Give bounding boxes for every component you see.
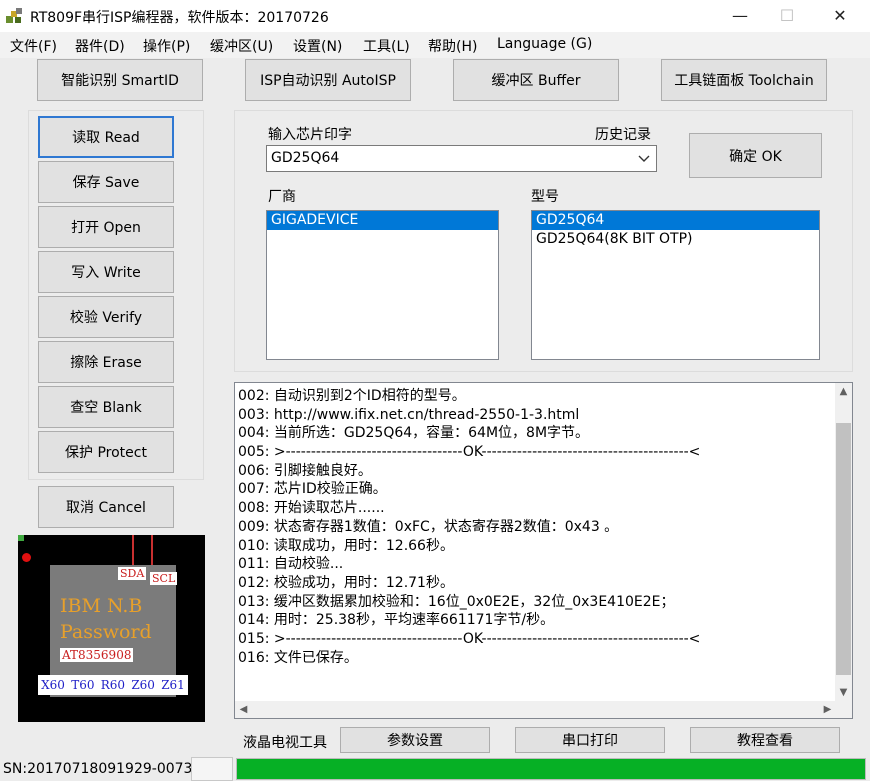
log-lines: 002: 自动识别到2个ID相符的型号。 003: http://www.ifix…	[238, 387, 700, 667]
model-list[interactable]: GD25Q64 GD25Q64(8K BIT OTP)	[531, 210, 820, 360]
arrow-up-icon[interactable]: ▲	[835, 383, 852, 400]
status-panel	[191, 757, 233, 781]
params-button[interactable]: 参数设置	[340, 727, 490, 753]
list-item[interactable]: GIGADEVICE	[267, 211, 498, 230]
chip-image: SDA SCL IBM N.B Password AT8356908 X60 T…	[18, 535, 205, 722]
chip-pin-labels: X60 T60 R60 Z60 Z61	[38, 675, 188, 695]
serial-print-button[interactable]: 串口打印	[515, 727, 665, 753]
smartid-button[interactable]: 智能识别 SmartID	[37, 59, 203, 101]
menu-device[interactable]: 器件(D)	[75, 36, 125, 56]
menu-operation[interactable]: 操作(P)	[143, 36, 190, 56]
log-line: 010: 读取成功，用时：12.66秒。	[238, 537, 454, 554]
log-line: 003: http://www.ifix.net.cn/thread-2550-…	[238, 406, 580, 423]
save-button[interactable]: 保存 Save	[38, 161, 174, 203]
horizontal-scrollbar[interactable]: ◀ ▶	[235, 701, 836, 718]
serial-number: SN:20170718091929-0073	[3, 761, 193, 777]
toolchain-button[interactable]: 工具链面板 Toolchain	[661, 59, 827, 101]
write-button[interactable]: 写入 Write	[38, 251, 174, 293]
menu-bar: 文件(F) 器件(D) 操作(P) 缓冲区(U) 设置(N) 工具(L) 帮助(…	[0, 32, 870, 58]
menu-tools[interactable]: 工具(L)	[363, 36, 410, 56]
buffer-button[interactable]: 缓冲区 Buffer	[453, 59, 619, 101]
chip-code: AT8356908	[60, 648, 134, 662]
vertical-scrollbar[interactable]: ▲ ▼	[835, 383, 852, 701]
window-title: RT809F串行ISP编程器，软件版本：20170726	[30, 10, 329, 26]
log-line: 012: 校验成功，用时：12.71秒。	[238, 574, 454, 591]
log-line: 004: 当前所选：GD25Q64，容量：64M位，8M字节。	[238, 425, 590, 442]
menu-language[interactable]: Language (G)	[497, 36, 592, 52]
menu-buffer[interactable]: 缓冲区(U)	[210, 36, 273, 56]
log-line: 014: 用时：25.38秒，平均速率661171字节/秒。	[238, 612, 555, 629]
pin-label: R60	[100, 678, 126, 692]
menu-file[interactable]: 文件(F)	[10, 36, 57, 56]
arrow-left-icon[interactable]: ◀	[235, 701, 252, 718]
arrow-right-icon[interactable]: ▶	[819, 701, 836, 718]
log-line: 009: 状态寄存器1数值：0xFC，状态寄存器2数值：0x43 。	[238, 518, 619, 535]
maximize-button: ☐	[779, 6, 795, 25]
scroll-thumb[interactable]	[836, 423, 851, 675]
app-icon	[6, 8, 22, 24]
cancel-button[interactable]: 取消 Cancel	[38, 486, 174, 528]
lcd-tools-label: 液晶电视工具	[243, 735, 327, 751]
history-label: 历史记录	[595, 127, 651, 143]
read-button[interactable]: 读取 Read	[38, 116, 174, 158]
pin1-dot	[22, 553, 31, 562]
minimize-button[interactable]: —	[716, 0, 764, 32]
pin-label: X60	[41, 678, 65, 692]
verify-button[interactable]: 校验 Verify	[38, 296, 174, 338]
status-bar: SN:20170718091929-0073	[0, 757, 870, 781]
protect-button[interactable]: 保护 Protect	[38, 431, 174, 473]
progress-fill	[237, 759, 865, 779]
tutorial-button[interactable]: 教程查看	[690, 727, 840, 753]
chip-corner-pin	[18, 535, 24, 541]
manufacturer-label: 厂商	[268, 189, 296, 205]
pin-label: Z61	[161, 678, 185, 692]
title-bar: RT809F串行ISP编程器，软件版本：20170726 — ☐ ✕	[0, 0, 870, 32]
blank-button[interactable]: 查空 Blank	[38, 386, 174, 428]
log-output[interactable]: 002: 自动识别到2个ID相符的型号。 003: http://www.ifix…	[234, 382, 853, 719]
list-item[interactable]: GD25Q64	[532, 211, 819, 230]
erase-button[interactable]: 擦除 Erase	[38, 341, 174, 383]
chip-input-value: GD25Q64	[271, 150, 340, 166]
menu-settings[interactable]: 设置(N)	[293, 36, 342, 56]
arrow-down-icon[interactable]: ▼	[835, 684, 852, 701]
log-line: 005: >----------------------------------…	[238, 444, 701, 461]
log-line: 013: 缓冲区数据累加校验和：16位_0x0E2E，32位_0x3E410E2…	[238, 593, 675, 610]
pin-label: Z60	[131, 678, 155, 692]
close-button[interactable]: ✕	[816, 0, 864, 32]
manufacturer-list[interactable]: GIGADEVICE	[266, 210, 499, 360]
sda-wire	[132, 535, 134, 567]
chip-input-label: 输入芯片印字	[268, 127, 352, 143]
log-line: 016: 文件已保存。	[238, 649, 358, 666]
chevron-down-icon[interactable]	[636, 150, 652, 166]
log-line: 002: 自动识别到2个ID相符的型号。	[238, 388, 466, 404]
chip-marking-line1: IBM N.B	[60, 595, 143, 617]
menu-help[interactable]: 帮助(H)	[428, 36, 477, 56]
model-label: 型号	[531, 189, 559, 205]
confirm-ok-button[interactable]: 确定 OK	[689, 133, 822, 178]
chip-marking-line2: Password	[60, 621, 152, 643]
list-item[interactable]: GD25Q64(8K BIT OTP)	[532, 230, 819, 249]
autoisp-button[interactable]: ISP自动识别 AutoISP	[245, 59, 411, 101]
log-line: 015: >----------------------------------…	[238, 630, 701, 647]
scroll-corner	[835, 701, 852, 718]
log-line: 011: 自动校验...	[238, 556, 344, 573]
progress-bar	[236, 758, 866, 780]
sda-label: SDA	[118, 567, 147, 580]
log-line: 006: 引脚接触良好。	[238, 462, 372, 479]
log-line: 007: 芯片ID校验正确。	[238, 481, 387, 498]
scl-label: SCL	[150, 572, 178, 585]
log-line: 008: 开始读取芯片......	[238, 500, 385, 517]
pin-label: T60	[71, 678, 95, 692]
open-button[interactable]: 打开 Open	[38, 206, 174, 248]
chip-input-combo[interactable]: GD25Q64	[266, 145, 657, 172]
